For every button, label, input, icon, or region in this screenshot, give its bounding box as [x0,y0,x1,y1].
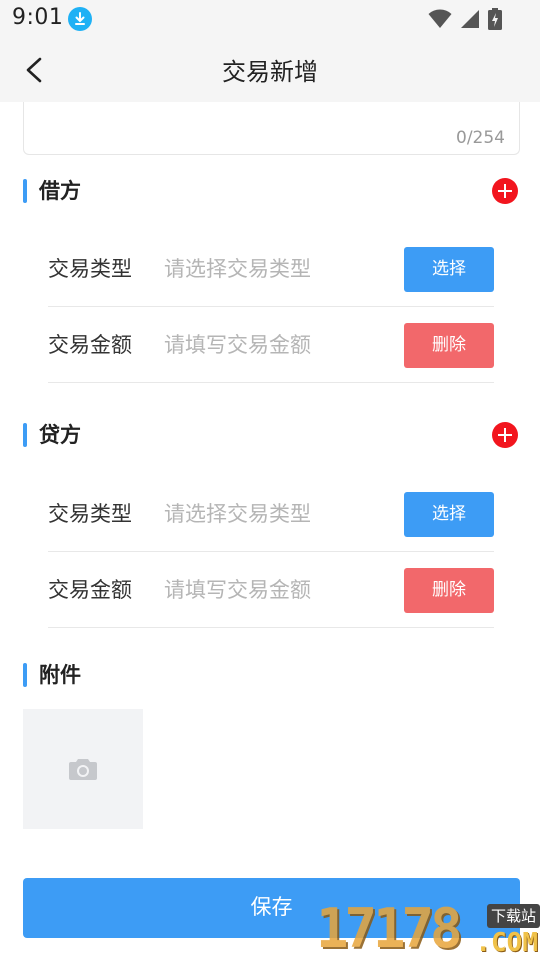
debit-section-title: 借方 [39,179,81,203]
debit-select-button[interactable]: 选择 [404,247,494,292]
debit-section-header: 借方 [23,176,520,206]
credit-select-button[interactable]: 选择 [404,492,494,537]
wifi-icon [428,9,452,28]
camera-icon [69,759,97,780]
watermark-digits: 17178 [316,897,463,960]
watermark-tag: 下载站 [486,904,540,928]
debit-amount-input[interactable]: 请填写交易金额 [164,307,311,383]
status-bar: 9:01 [0,0,540,38]
add-credit-button[interactable] [492,422,518,448]
debit-delete-button[interactable]: 删除 [404,323,494,368]
credit-type-row: 交易类型 请选择交易类型 选择 [48,476,494,552]
navigation-bar: 交易新增 [0,38,540,102]
char-counter: 0/254 [456,128,505,148]
credit-section-header: 贷方 [23,420,520,450]
section-marker [23,179,27,203]
attachment-section-header: 附件 [23,660,520,690]
add-photo-button[interactable] [23,709,143,829]
download-icon [68,7,92,31]
credit-section-title: 贷方 [39,423,81,447]
credit-amount-row: 交易金额 请填写交易金额 删除 [48,552,494,628]
add-debit-button[interactable] [492,178,518,204]
debit-type-row: 交易类型 请选择交易类型 选择 [48,231,494,307]
page-title: 交易新增 [222,58,318,86]
status-icons [428,7,502,31]
battery-icon [488,8,502,30]
debit-amount-row: 交易金额 请填写交易金额 删除 [48,307,494,383]
watermark-suffix: .COM [475,928,538,958]
section-marker [23,663,27,687]
status-time: 9:01 [12,5,64,30]
debit-type-label: 交易类型 [48,257,132,281]
signal-icon [461,10,479,28]
site-watermark: 17178 下载站 .COM [316,898,540,960]
attachment-section-title: 附件 [39,663,81,687]
credit-amount-label: 交易金额 [48,578,132,602]
section-marker [23,423,27,447]
credit-amount-input[interactable]: 请填写交易金额 [164,552,311,628]
debit-type-input[interactable]: 请选择交易类型 [164,231,311,307]
credit-delete-button[interactable]: 删除 [404,568,494,613]
credit-type-input[interactable]: 请选择交易类型 [164,476,311,552]
credit-type-label: 交易类型 [48,502,132,526]
remark-textarea[interactable]: 0/254 [23,102,520,155]
debit-amount-label: 交易金额 [48,333,132,357]
